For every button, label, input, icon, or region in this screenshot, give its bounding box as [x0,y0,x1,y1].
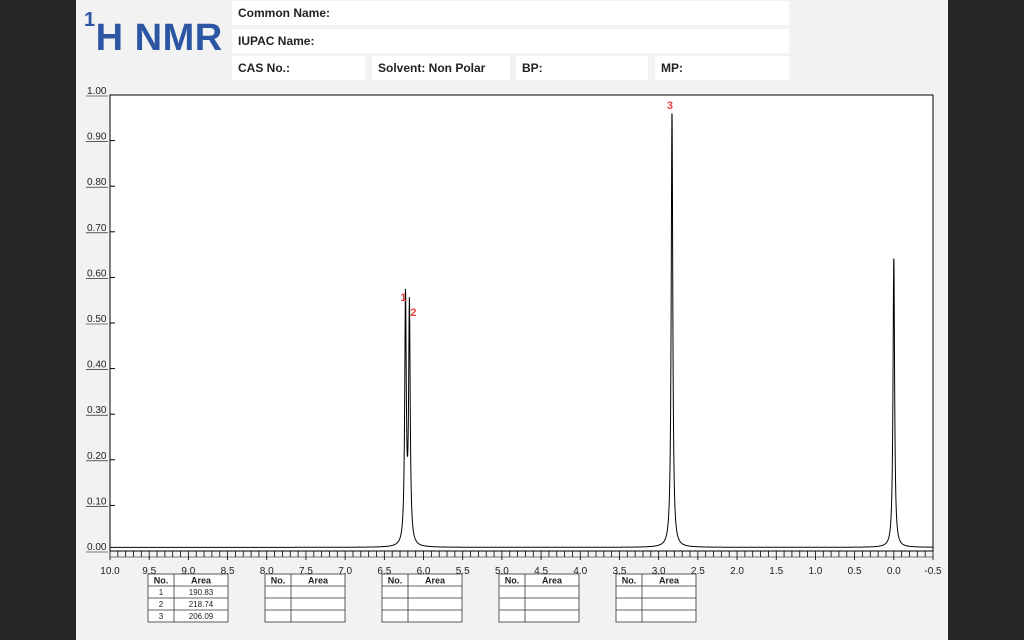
peak-table-5: No. Area [615,573,697,623]
peak-table-1: No. Area 1 190.83 2 218.74 3 206.09 [147,573,229,623]
x-tick-label: 1.5 [769,566,783,577]
y-tick-label: 0.30 [87,405,107,416]
y-tick-label: 0.10 [87,496,107,507]
peak-table-header: No. [622,576,637,586]
nmr-spectrum-chart: 0.00 0.10 0.20 0.30 0.40 0.50 0.60 0.70 0.80 0.90… [86,86,942,623]
spectrum-sheet: 1H NMR Common Name: IUPAC Name: CAS No.:… [76,0,948,640]
peak-table-2: No. Area [264,573,346,623]
y-tick-label: 0.60 [87,268,107,279]
x-tick-label: 1.0 [808,566,822,577]
y-tick-label: 0.90 [87,132,107,143]
peak-table-cell: 206.09 [189,612,214,621]
y-tick-label: 0.70 [87,223,107,234]
peak-table-cell: 1 [159,588,164,597]
peak-label-1: 1 [400,292,406,304]
peak-table-header: Area [425,576,446,586]
peak-table-header: No. [154,576,169,586]
peak-table-4: No. Area [498,573,580,623]
peak-table-3: No. Area [381,573,463,623]
x-tick-label: 10.0 [100,566,120,577]
x-tick-label: 0.5 [848,566,862,577]
y-tick-label: 0.40 [87,360,107,371]
peak-table-cell: 190.83 [189,588,214,597]
peak-table-header: No. [388,576,403,586]
y-tick-label: 0.00 [87,542,107,553]
peak-table-cell: 218.74 [189,600,214,609]
peak-table-cell: 3 [159,612,164,621]
y-tick-label: 0.50 [87,314,107,325]
x-tick-label: 0.0 [887,566,901,577]
x-tick-label: -0.5 [924,566,942,577]
peak-table-header: Area [659,576,680,586]
y-tick-label: 0.20 [87,451,107,462]
plot-area [109,94,934,552]
peak-table-header: Area [308,576,329,586]
peak-table-header: Area [542,576,563,586]
peak-label-3: 3 [667,100,673,112]
y-tick-label: 1.00 [87,86,107,97]
peak-table-header: No. [505,576,520,586]
peak-table-header: No. [271,576,286,586]
x-tick-label: 2.0 [730,566,744,577]
peak-table-cell: 2 [159,600,164,609]
peak-table-header: Area [191,576,212,586]
peak-label-2: 2 [410,307,416,319]
y-tick-label: 0.80 [87,177,107,188]
